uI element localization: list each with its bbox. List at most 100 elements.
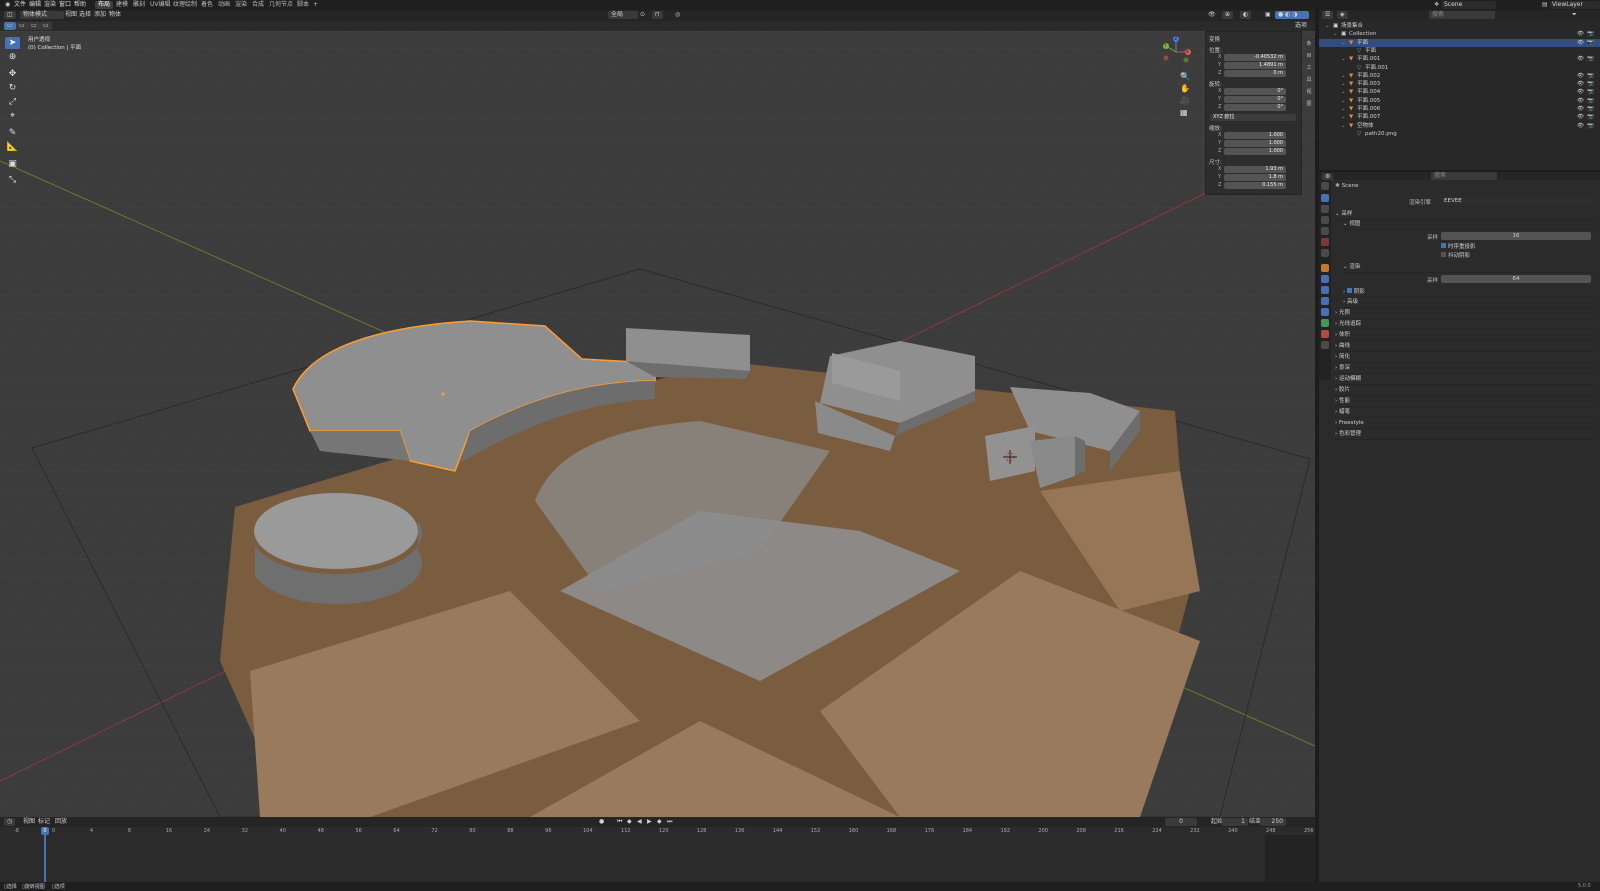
camera-icon[interactable]: 📷 xyxy=(1587,88,1594,96)
render-tab-icon[interactable] xyxy=(1321,194,1329,202)
temporal-reprojection-checkbox[interactable]: 时序重投影 xyxy=(1441,242,1476,250)
eye-icon[interactable]: 👁 xyxy=(1577,97,1584,105)
annotate-tool-icon[interactable]: ✎ xyxy=(5,127,20,139)
expand-arrow-icon[interactable]: ⌄ xyxy=(1341,113,1346,121)
dimensions-x-field[interactable]: X 1.93 m xyxy=(1210,166,1296,173)
extra-tool-icon[interactable]: ⤡ xyxy=(5,174,20,186)
select-subtract-icon[interactable]: ▭ xyxy=(28,22,40,30)
physics-tab-icon[interactable] xyxy=(1321,297,1329,305)
transform-orientation-dropdown[interactable]: 全局 xyxy=(608,11,638,19)
tool-tab-icon[interactable] xyxy=(1321,182,1329,190)
move-tool-icon[interactable]: ✥ xyxy=(5,68,20,80)
outliner-item[interactable]: ▽ 平面 xyxy=(1319,47,1600,55)
rotation-x-field[interactable]: X 0° xyxy=(1210,88,1296,95)
scene-selector[interactable]: Scene xyxy=(1442,1,1496,9)
tab-item[interactable]: 条目 xyxy=(1305,38,1313,62)
workspace-tab-compositing[interactable]: 合成 xyxy=(249,1,267,9)
rotation-mode-dropdown[interactable]: XYZ 欧拉 xyxy=(1210,114,1296,121)
camera-icon[interactable]: 📷 xyxy=(1587,105,1594,113)
property-section[interactable]: › 运动模糊 xyxy=(1335,375,1597,385)
property-section[interactable]: › 胶片 xyxy=(1335,386,1597,396)
expand-arrow-icon[interactable]: ⌄ xyxy=(1333,30,1338,38)
snap-icon[interactable]: ⊓ xyxy=(652,11,663,19)
outliner-item[interactable]: ⌄ ▼ 平面.005 👁 📷 xyxy=(1319,97,1600,105)
measure-tool-icon[interactable]: 📐 xyxy=(5,141,20,153)
outliner-item[interactable]: ⌄ ▼ 平面.006 👁 📷 xyxy=(1319,105,1600,113)
eye-icon[interactable]: 👁 xyxy=(1577,122,1584,130)
gizmo-toggle-icon[interactable]: ⊕ xyxy=(1222,11,1234,19)
subsection-shadows[interactable]: › 阴影 xyxy=(1343,288,1597,298)
filter-display-mode-icon[interactable]: ◈ xyxy=(1337,11,1348,19)
properties-search-input[interactable]: 搜索 xyxy=(1431,172,1497,180)
expand-arrow-icon[interactable]: ⌄ xyxy=(1341,55,1346,63)
jump-end-icon[interactable]: ⏭ xyxy=(664,818,675,826)
tab-view[interactable]: 视图 xyxy=(1305,86,1313,110)
transform-tool-icon[interactable]: ⌖ xyxy=(5,110,20,122)
texture-tab-icon[interactable] xyxy=(1321,341,1329,349)
select-box-icon[interactable]: ▭ xyxy=(4,22,16,30)
expand-arrow-icon[interactable]: ⌄ xyxy=(1341,122,1346,130)
add-workspace-button[interactable]: + xyxy=(310,1,321,9)
workspace-tab-shading[interactable]: 着色 xyxy=(198,1,216,9)
expand-arrow-icon[interactable]: ⌄ xyxy=(1341,72,1346,80)
viewport-samples-field[interactable]: 16 xyxy=(1441,232,1591,240)
options-dropdown[interactable]: 选项 xyxy=(1292,22,1310,30)
outliner-item[interactable]: ⌄ ▼ 平面.003 👁 📷 xyxy=(1319,80,1600,88)
workspace-tab-sculpting[interactable]: 雕刻 xyxy=(130,1,148,9)
menu-object[interactable]: 物体 xyxy=(106,11,124,19)
select-invert-icon[interactable]: ▭ xyxy=(40,22,52,30)
scale-z-field[interactable]: Z 1.000 xyxy=(1210,148,1296,155)
camera-icon[interactable]: 📷 xyxy=(1587,122,1594,130)
eye-icon[interactable]: 👁 xyxy=(1577,113,1584,121)
object-tab-icon[interactable] xyxy=(1321,264,1329,272)
section-sampling[interactable]: ⌄ 采样 xyxy=(1335,210,1597,220)
scale-y-field[interactable]: Y 1.000 xyxy=(1210,140,1296,147)
expand-arrow-icon[interactable]: ⌄ xyxy=(1341,39,1346,47)
location-y-field[interactable]: Y 1.4891 m xyxy=(1210,62,1296,69)
outliner-editor-icon[interactable]: ☰ xyxy=(1322,11,1334,19)
cursor-tool-icon[interactable]: ⊕ xyxy=(5,51,20,63)
workspace-tab-animation[interactable]: 动画 xyxy=(215,1,233,9)
eye-icon[interactable]: 👁 xyxy=(1577,55,1584,63)
select-tool-icon[interactable]: ➤ xyxy=(5,37,20,49)
render-engine-dropdown[interactable]: EEVEE xyxy=(1441,197,1594,205)
outliner-item[interactable]: ⌄ ▼ 平面.001 👁 📷 xyxy=(1319,55,1600,63)
shading-mode-buttons[interactable]: ● ◐ ◑ xyxy=(1275,11,1309,19)
timeline-editor-icon[interactable]: ◷ xyxy=(4,818,16,826)
outliner-item[interactable]: ⌄ ▼ 平面 👁 📷 xyxy=(1319,38,1600,47)
location-z-field[interactable]: Z0 m xyxy=(1210,70,1296,77)
end-frame-field[interactable]: 250 xyxy=(1260,818,1286,826)
particles-tab-icon[interactable] xyxy=(1321,286,1329,294)
workspace-tab-layout[interactable]: 布局 xyxy=(95,1,114,9)
overlay-toggle-icon[interactable]: ◐ xyxy=(1240,11,1252,19)
select-extend-icon[interactable]: ▭ xyxy=(16,22,28,30)
camera-icon[interactable]: 📷 xyxy=(1587,97,1594,105)
outliner-item[interactable]: ⌄ ▼ 空物体 👁 📷 xyxy=(1319,122,1600,130)
camera-icon[interactable]: 📷 xyxy=(1587,72,1594,80)
subsection-viewport[interactable]: ⌄ 视图 xyxy=(1343,220,1597,230)
menu-help[interactable]: 帮助 xyxy=(72,1,88,9)
start-frame-field[interactable]: 1 xyxy=(1222,818,1248,826)
expand-arrow-icon[interactable]: ⌄ xyxy=(1341,97,1346,105)
camera-icon[interactable]: 📷 xyxy=(1587,39,1594,47)
pan-hand-icon[interactable]: ✋ xyxy=(1180,83,1190,95)
property-section[interactable]: › 曲线 xyxy=(1335,342,1597,352)
view-layer-tab-icon[interactable] xyxy=(1321,216,1329,224)
camera-icon[interactable]: 📷 xyxy=(1587,113,1594,121)
editor-type-button[interactable]: ◫ xyxy=(4,11,16,19)
property-section[interactable]: › 光照 xyxy=(1335,309,1597,319)
subsection-render[interactable]: ⌄ 渲染 xyxy=(1343,263,1597,273)
playhead-frame-badge[interactable]: 0 xyxy=(41,827,49,835)
menu-render[interactable]: 渲染 xyxy=(42,1,58,9)
outliner-item[interactable]: ⌄ ▼ 平面.004 👁 📷 xyxy=(1319,88,1600,96)
view-layer-selector[interactable]: ViewLayer xyxy=(1550,1,1600,9)
menu-file[interactable]: 文件 xyxy=(12,1,28,9)
pivot-icon[interactable]: ⊙ xyxy=(637,11,648,19)
property-section[interactable]: › 简化 xyxy=(1335,353,1597,363)
visibility-icon[interactable]: 👁 xyxy=(1205,11,1219,19)
menu-window[interactable]: 窗口 xyxy=(57,1,73,9)
zoom-icon[interactable]: 🔍 xyxy=(1180,71,1190,83)
property-section[interactable]: › 光线追踪 xyxy=(1335,320,1597,330)
mode-selector[interactable]: 物体模式 xyxy=(20,11,64,19)
expand-arrow-icon[interactable]: ⌄ xyxy=(1341,105,1346,113)
